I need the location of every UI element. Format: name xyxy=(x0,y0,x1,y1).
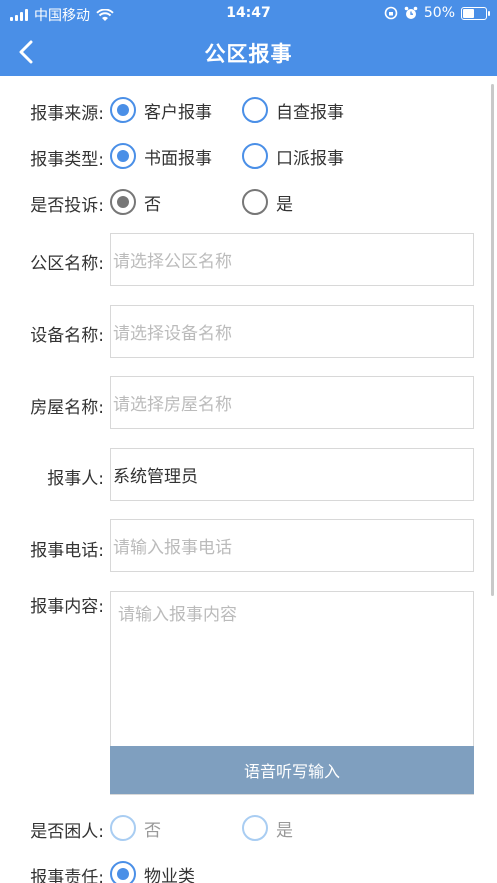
battery-icon xyxy=(461,6,490,20)
status-right: 50% xyxy=(384,5,490,21)
radio-checked-icon xyxy=(110,189,136,215)
radio-label: 客户报事 xyxy=(144,102,212,123)
battery-fill xyxy=(463,8,474,18)
house-name-placeholder: 请选择房屋名称 xyxy=(113,395,232,415)
complaint-label: 是否投诉: xyxy=(30,196,104,216)
radio-checked-icon xyxy=(110,861,136,883)
radio-unchecked-icon xyxy=(242,97,268,123)
radio-checked-icon xyxy=(110,143,136,169)
status-bar: 中国移动 14:47 50% xyxy=(0,0,497,28)
house-name-select[interactable]: 请选择房屋名称 xyxy=(110,376,474,429)
radio-source-customer[interactable]: 客户报事 xyxy=(110,97,212,123)
radio-complaint-yes[interactable]: 是 xyxy=(242,189,293,215)
device-name-select[interactable]: 请选择设备名称 xyxy=(110,305,474,358)
device-name-placeholder: 请选择设备名称 xyxy=(113,324,232,344)
radio-label: 否 xyxy=(144,194,161,215)
radio-label: 否 xyxy=(144,820,161,841)
content-placeholder: 请输入报事内容 xyxy=(118,605,237,625)
area-name-placeholder: 请选择公区名称 xyxy=(113,252,232,272)
radio-complaint-no[interactable]: 否 xyxy=(110,189,161,215)
radio-responsibility-property[interactable]: 物业类 xyxy=(110,861,195,883)
battery-percent: 50% xyxy=(423,5,455,21)
hardship-label: 是否困人: xyxy=(30,822,104,842)
radio-label: 口派报事 xyxy=(276,148,344,169)
source-label: 报事来源: xyxy=(30,104,104,124)
phone-placeholder: 请输入报事电话 xyxy=(113,538,232,558)
radio-label: 物业类 xyxy=(144,866,195,883)
radio-unchecked-icon xyxy=(242,143,268,169)
radio-type-verbal[interactable]: 口派报事 xyxy=(242,143,344,169)
radio-hardship-yes[interactable]: 是 xyxy=(242,815,293,841)
radio-label: 自查报事 xyxy=(276,102,344,123)
radio-label: 书面报事 xyxy=(144,148,212,169)
radio-hardship-no[interactable]: 否 xyxy=(110,815,161,841)
rotation-lock-icon xyxy=(384,6,398,20)
area-name-label: 公区名称: xyxy=(30,254,104,274)
nav-bar: 公区报事 xyxy=(0,28,497,76)
reporter-value: 系统管理员 xyxy=(113,467,198,487)
alarm-icon xyxy=(404,6,418,19)
reporter-field[interactable]: 系统管理员 xyxy=(110,448,474,501)
radio-type-written[interactable]: 书面报事 xyxy=(110,143,212,169)
voice-input-button[interactable]: 语音听写输入 xyxy=(110,746,474,794)
scrollbar[interactable] xyxy=(491,84,494,596)
reporter-label: 报事人: xyxy=(47,469,104,489)
phone-label: 报事电话: xyxy=(30,541,104,561)
radio-unchecked-icon xyxy=(242,815,268,841)
radio-source-self-check[interactable]: 自查报事 xyxy=(242,97,344,123)
phone-input[interactable]: 请输入报事电话 xyxy=(110,519,474,572)
house-name-label: 房屋名称: xyxy=(30,398,104,418)
area-name-select[interactable]: 请选择公区名称 xyxy=(110,233,474,286)
radio-unchecked-icon xyxy=(242,189,268,215)
page-title: 公区报事 xyxy=(204,42,293,66)
responsibility-label: 报事责任: xyxy=(30,868,104,883)
form-content: 报事来源: 客户报事 自查报事 报事类型: 书面报事 口派报事 是否投诉: 否 … xyxy=(0,76,497,883)
radio-label: 是 xyxy=(276,820,293,841)
radio-checked-icon xyxy=(110,97,136,123)
radio-unchecked-icon xyxy=(110,815,136,841)
type-label: 报事类型: xyxy=(30,150,104,170)
radio-label: 是 xyxy=(276,194,293,215)
content-label: 报事内容: xyxy=(30,597,104,617)
device-name-label: 设备名称: xyxy=(30,326,104,346)
